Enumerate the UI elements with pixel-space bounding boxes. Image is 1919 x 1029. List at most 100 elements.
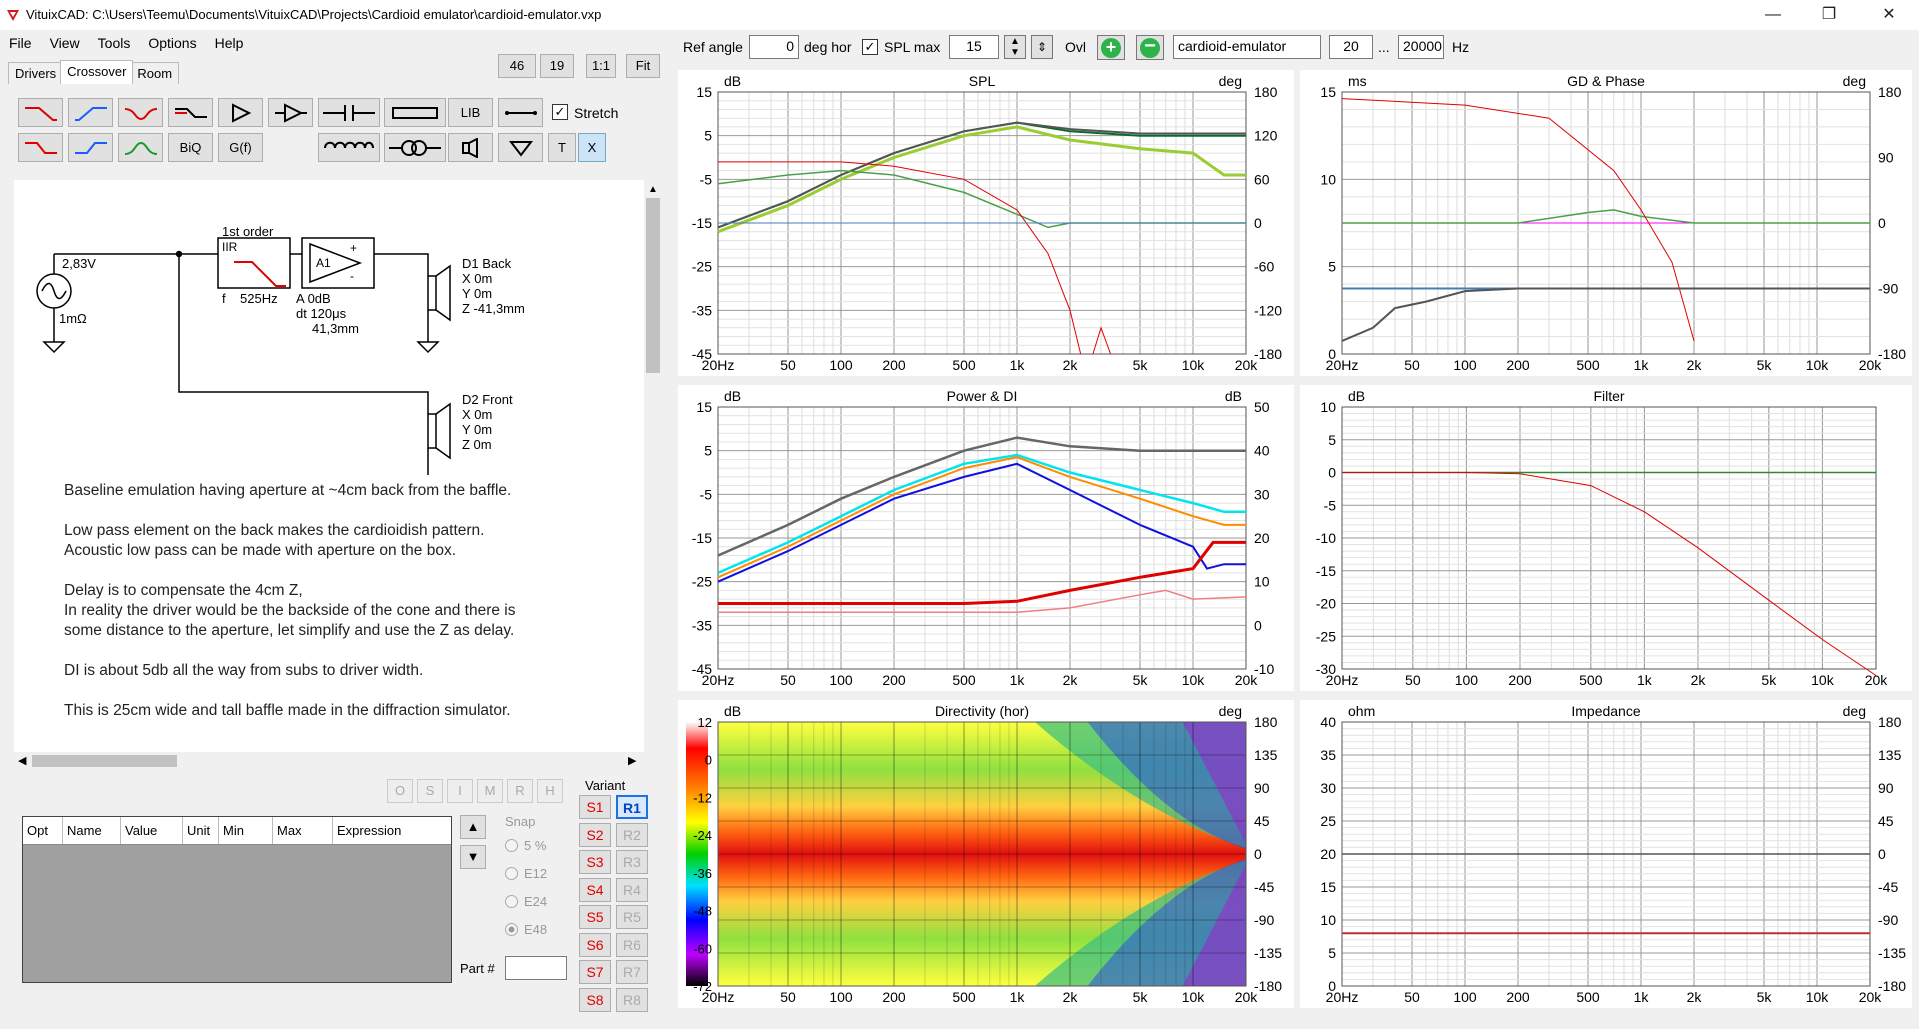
variant-s2-button[interactable]: S2: [579, 822, 611, 847]
move-up-button[interactable]: ▲: [460, 815, 486, 839]
bandpass-button[interactable]: [118, 133, 163, 162]
close-icon[interactable]: ✕: [1866, 0, 1912, 30]
opt-r-button[interactable]: R: [507, 779, 533, 803]
variant-r7-button[interactable]: R7: [616, 960, 648, 984]
overlay-remove-button[interactable]: −: [1136, 35, 1164, 60]
minimize-icon[interactable]: —: [1750, 0, 1796, 30]
ground-button[interactable]: [498, 133, 543, 162]
overlay-name-input[interactable]: cardioid-emulator: [1173, 35, 1321, 59]
snap-e24[interactable]: E24: [505, 894, 547, 909]
variant-s3-button[interactable]: S3: [579, 850, 611, 874]
highpass-blue-button[interactable]: [68, 98, 113, 127]
scroll-right-icon[interactable]: ▶: [628, 754, 636, 767]
variant-r1-button[interactable]: R1: [616, 795, 648, 819]
restore-icon[interactable]: ❐: [1806, 0, 1852, 30]
shelf-button[interactable]: [168, 98, 213, 127]
capacitor-button[interactable]: [318, 98, 380, 127]
variant-r2-button[interactable]: R2: [616, 822, 648, 847]
part-table[interactable]: Opt Name Value Unit Min Max Expression: [22, 816, 452, 983]
col-max[interactable]: Max: [273, 817, 333, 844]
zoom-fit-button[interactable]: Fit: [626, 54, 660, 78]
variant-r4-button[interactable]: R4: [616, 877, 648, 902]
resistor-button[interactable]: [384, 98, 446, 127]
freq-max-input[interactable]: 20000: [1398, 35, 1444, 59]
transformer-button[interactable]: [384, 133, 446, 162]
ref-angle-input[interactable]: 0: [749, 35, 799, 59]
zoom-46-button[interactable]: 46: [498, 54, 536, 78]
snap-e12[interactable]: E12: [505, 866, 547, 881]
snap-5pct[interactable]: 5 %: [505, 838, 546, 853]
variant-r5-button[interactable]: R5: [616, 905, 648, 929]
tab-crossover[interactable]: Crossover: [60, 60, 134, 84]
menu-file[interactable]: File: [0, 32, 41, 54]
col-opt[interactable]: Opt: [23, 817, 63, 844]
scroll-up-icon[interactable]: ▲: [648, 184, 658, 195]
col-min[interactable]: Min: [219, 817, 273, 844]
variant-s4-button[interactable]: S4: [579, 877, 611, 902]
text-button[interactable]: T: [548, 133, 576, 162]
driver-button[interactable]: [448, 133, 493, 162]
variant-s7-button[interactable]: S7: [579, 960, 611, 984]
spl-chart[interactable]: 15 5 -5 -15 -25 -35 -45 180 120 60 0 -60 -120 -180 20H…: [678, 70, 1294, 376]
hscroll-thumb[interactable]: [32, 755, 177, 767]
filter-chart[interactable]: 10 5 0 -5 -10 -15 -20 -25 -30 20Hz 50 100 200 500 1k 2k…: [1300, 385, 1912, 691]
menu-help[interactable]: Help: [206, 32, 253, 54]
gd-phase-chart[interactable]: 15 10 5 0 180 90 0 -90 -180 20Hz 50 100 200 500 1k 2k 5k…: [1300, 70, 1912, 376]
spl-spinner[interactable]: ▲ ▼: [1004, 35, 1026, 59]
col-name[interactable]: Name: [63, 817, 121, 844]
zoom-1to1-button[interactable]: 1:1: [586, 54, 616, 78]
buffer-button[interactable]: [218, 98, 263, 127]
plus-icon: +: [1101, 37, 1121, 58]
amplifier-button[interactable]: [268, 98, 313, 127]
delete-button[interactable]: X: [578, 133, 606, 162]
wire-button[interactable]: [498, 98, 543, 127]
opt-h-button[interactable]: H: [537, 779, 563, 803]
variant-s1-button[interactable]: S1: [579, 795, 611, 819]
freq-min-input[interactable]: 20: [1329, 35, 1373, 59]
tab-room[interactable]: Room: [130, 62, 180, 84]
notch-button[interactable]: [118, 98, 163, 127]
schematic-vertical-scrollbar[interactable]: ▲: [644, 180, 662, 752]
schematic-horizontal-scrollbar[interactable]: ◀ ▶: [14, 752, 644, 770]
opt-o-button[interactable]: O: [387, 779, 413, 803]
snap-e48[interactable]: E48: [505, 922, 547, 937]
opt-i-button[interactable]: I: [447, 779, 473, 803]
variant-r6-button[interactable]: R6: [616, 932, 648, 957]
biquad-button[interactable]: BiQ: [168, 133, 213, 162]
menu-view[interactable]: View: [41, 32, 89, 54]
overlay-add-button[interactable]: +: [1097, 35, 1125, 60]
impedance-chart[interactable]: 40 35 30 25 20 15 10 5 0 180 135 90 45 0 -45 -90 -135 -18…: [1300, 700, 1912, 1008]
tab-drivers[interactable]: Drivers: [8, 62, 64, 84]
scroll-left-icon[interactable]: ◀: [18, 754, 26, 767]
library-button[interactable]: LIB: [448, 98, 493, 127]
spl-fit-button[interactable]: ⇕: [1031, 35, 1053, 59]
directivity-chart[interactable]: 12 0 -12 -24 -36 -48 -60 -72 180 135 90 45 0 -45 -90 -1…: [678, 700, 1294, 1008]
gf-button[interactable]: G(f): [218, 133, 263, 162]
highpass-2-button[interactable]: [68, 133, 113, 162]
variant-r8-button[interactable]: R8: [616, 987, 648, 1012]
menu-tools[interactable]: Tools: [89, 32, 140, 54]
part-number-input[interactable]: [505, 956, 567, 980]
menu-options[interactable]: Options: [139, 32, 205, 54]
col-unit[interactable]: Unit: [183, 817, 219, 844]
inductor-button[interactable]: [318, 133, 380, 162]
variant-s8-button[interactable]: S8: [579, 987, 611, 1012]
spl-max-checkbox[interactable]: ✓: [862, 39, 878, 55]
move-down-button[interactable]: ▼: [460, 845, 486, 869]
opt-s-button[interactable]: S: [417, 779, 443, 803]
variant-r3-button[interactable]: R3: [616, 850, 648, 874]
col-expression[interactable]: Expression: [333, 817, 451, 844]
vscroll-thumb[interactable]: [646, 198, 660, 373]
zoom-19-button[interactable]: 19: [540, 54, 574, 78]
lowpass-red-button[interactable]: [18, 98, 63, 127]
schematic-canvas[interactable]: 2,83V 1mΩ 1st order IIR f 525Hz A1 + - A…: [14, 180, 644, 752]
variant-s5-button[interactable]: S5: [579, 905, 611, 929]
spl-max-input[interactable]: 15: [949, 35, 999, 59]
power-di-chart[interactable]: 15 5 -5 -15 -25 -35 -45 50 40 30 20 10 0 -10 20Hz 50 100…: [678, 385, 1294, 691]
col-value[interactable]: Value: [121, 817, 183, 844]
opt-m-button[interactable]: M: [477, 779, 503, 803]
lowpass-2-icon: [24, 141, 57, 154]
lowpass-2-button[interactable]: [18, 133, 63, 162]
variant-s6-button[interactable]: S6: [579, 932, 611, 957]
stretch-checkbox[interactable]: ✓: [552, 104, 568, 120]
